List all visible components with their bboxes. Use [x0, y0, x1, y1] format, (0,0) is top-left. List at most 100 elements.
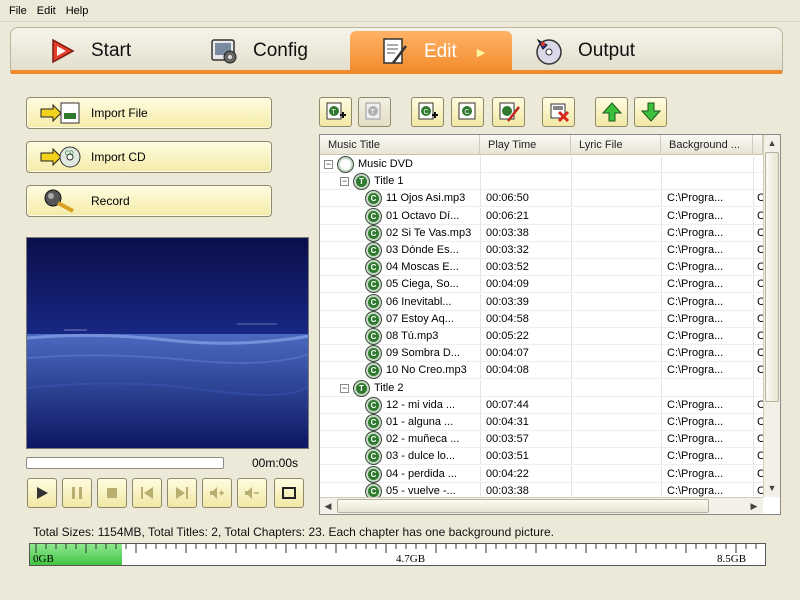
list-item[interactable]: C 05 Ciega, So... 00:04:09 C:\Progra... C	[320, 276, 765, 293]
music-title-list[interactable]: Music Title Play Time Lyric File Backgro…	[319, 134, 781, 515]
grid-line	[571, 431, 572, 448]
horizontal-scrollbar[interactable]: ◀ ▶	[320, 497, 763, 514]
track-background-path: C:\Progra...	[667, 416, 724, 428]
vertical-scrollbar[interactable]: ▲ ▼	[763, 135, 780, 497]
playback-progress-bar[interactable]	[26, 457, 224, 469]
track-play-time: 00:03:57	[486, 433, 529, 445]
grid-line	[661, 276, 662, 293]
grid-line	[571, 259, 572, 276]
track-background-path: C:\Progra...	[667, 261, 724, 273]
pause-icon	[72, 487, 82, 499]
list-item[interactable]: C 03 - dulce lo... 00:03:51 C:\Progra... C	[320, 448, 765, 465]
vertical-scroll-thumb[interactable]	[765, 152, 779, 402]
scroll-down-icon[interactable]: ▼	[764, 480, 780, 496]
grid-line	[480, 311, 481, 328]
track-play-time: 00:03:52	[486, 261, 529, 273]
list-item[interactable]: C 02 - muñeca ... 00:03:57 C:\Progra... C	[320, 431, 765, 448]
volume-up-button[interactable]	[202, 478, 232, 508]
list-item[interactable]: C 08 Tú.mp3 00:05:22 C:\Progra... C	[320, 328, 765, 345]
list-item[interactable]: C 02 Si Te Vas.mp3 00:03:38 C:\Progra... C	[320, 225, 765, 242]
track-title: 02 Si Te Vas.mp3	[386, 227, 472, 239]
list-item[interactable]: C 06 Inevitabl... 00:03:39 C:\Progra... C	[320, 294, 765, 311]
grid-line	[753, 431, 754, 448]
record-button[interactable]: Record	[26, 185, 272, 217]
track-title: 04 - perdida ...	[386, 468, 457, 480]
tab-start[interactable]: Start	[47, 32, 131, 70]
grid-line	[571, 190, 572, 207]
add-title-button[interactable]: T	[319, 97, 352, 127]
grid-line	[661, 448, 662, 465]
play-button[interactable]	[27, 478, 57, 508]
tab-config[interactable]: Config	[209, 32, 308, 70]
collapse-toggle-icon[interactable]: −	[324, 160, 333, 169]
add-chapter-button[interactable]: C	[411, 97, 444, 127]
list-item[interactable]: C 12 - mi vida ... 00:07:44 C:\Progra... C	[320, 397, 765, 414]
track-background-path: C:\Progra...	[667, 399, 724, 411]
track-play-time: 00:03:51	[486, 450, 529, 462]
column-extra[interactable]	[753, 135, 763, 155]
list-item[interactable]: C 01 Octavo Dí... 00:06:21 C:\Progra... C	[320, 208, 765, 225]
grid-line	[480, 242, 481, 259]
tree-root-node[interactable]: − Music DVD	[320, 156, 763, 173]
grid-line	[661, 380, 662, 397]
grid-line	[480, 448, 481, 465]
list-item[interactable]: C 01 - alguna ... 00:04:31 C:\Progra... C	[320, 414, 765, 431]
scroll-right-icon[interactable]: ▶	[746, 498, 762, 514]
tab-output[interactable]: Output	[534, 32, 635, 70]
pause-button[interactable]	[62, 478, 92, 508]
list-item[interactable]: C 11 Ojos Asi.mp3 00:06:50 C:\Progra... C	[320, 190, 765, 207]
column-play-time[interactable]: Play Time	[480, 135, 571, 155]
grid-line	[480, 190, 481, 207]
grid-line	[661, 208, 662, 225]
menu-file[interactable]: File	[4, 5, 32, 17]
import-file-button[interactable]: Import File	[26, 97, 272, 129]
column-lyric-file[interactable]: Lyric File	[571, 135, 661, 155]
scroll-left-icon[interactable]: ◀	[320, 498, 336, 514]
horizontal-scroll-thumb[interactable]	[337, 499, 709, 513]
delete-button[interactable]	[542, 97, 575, 127]
fullscreen-button[interactable]	[274, 478, 304, 508]
add-chapter-icon: C	[418, 102, 438, 120]
stop-button[interactable]	[97, 478, 127, 508]
track-title: 09 Sombra D...	[386, 347, 460, 359]
svg-text:CD: CD	[65, 151, 74, 157]
grid-line	[753, 362, 754, 379]
list-item[interactable]: C 09 Sombra D... 00:04:07 C:\Progra... C	[320, 345, 765, 362]
tree-title-node[interactable]: − T Title 1	[320, 173, 763, 190]
remove-title-button[interactable]: T	[358, 97, 391, 127]
grid-line	[571, 156, 572, 173]
list-item[interactable]: C 03 Dónde Es... 00:03:32 C:\Progra... C	[320, 242, 765, 259]
capacity-label-0gb: 0GB	[33, 553, 54, 565]
move-up-button[interactable]	[595, 97, 628, 127]
column-music-title[interactable]: Music Title	[320, 135, 480, 155]
collapse-toggle-icon[interactable]: −	[340, 177, 349, 186]
scroll-up-icon[interactable]: ▲	[764, 135, 780, 151]
list-item[interactable]: C 07 Estoy Aq... 00:04:58 C:\Progra... C	[320, 311, 765, 328]
menu-help[interactable]: Help	[61, 5, 94, 17]
chapter-settings-button[interactable]: C	[451, 97, 484, 127]
edit-chapter-button[interactable]	[492, 97, 525, 127]
chapter-icon: C	[366, 295, 381, 310]
list-item[interactable]: C 10 No Creo.mp3 00:04:08 C:\Progra... C	[320, 362, 765, 379]
grid-line	[753, 414, 754, 431]
column-background[interactable]: Background ...	[661, 135, 753, 155]
move-down-button[interactable]	[634, 97, 667, 127]
import-cd-button[interactable]: CD Import CD	[26, 141, 272, 173]
track-background-path: C:\Progra...	[667, 364, 724, 376]
volume-down-button[interactable]	[237, 478, 267, 508]
menu-edit[interactable]: Edit	[32, 5, 61, 17]
grid-line	[753, 345, 754, 362]
previous-button[interactable]	[132, 478, 162, 508]
chapter-icon: C	[366, 346, 381, 361]
chapter-icon: C	[366, 398, 381, 413]
tree-title-node[interactable]: − T Title 2	[320, 380, 763, 397]
tab-edit-active[interactable]: Edit ▶	[350, 31, 512, 73]
list-item[interactable]: C 04 - perdida ... 00:04:22 C:\Progra... C	[320, 466, 765, 483]
track-play-time: 00:03:32	[486, 244, 529, 256]
grid-line	[480, 208, 481, 225]
track-title: 10 No Creo.mp3	[386, 364, 467, 376]
next-button[interactable]	[167, 478, 197, 508]
list-item[interactable]: C 04 Moscas E... 00:03:52 C:\Progra... C	[320, 259, 765, 276]
grid-line	[661, 259, 662, 276]
collapse-toggle-icon[interactable]: −	[340, 384, 349, 393]
